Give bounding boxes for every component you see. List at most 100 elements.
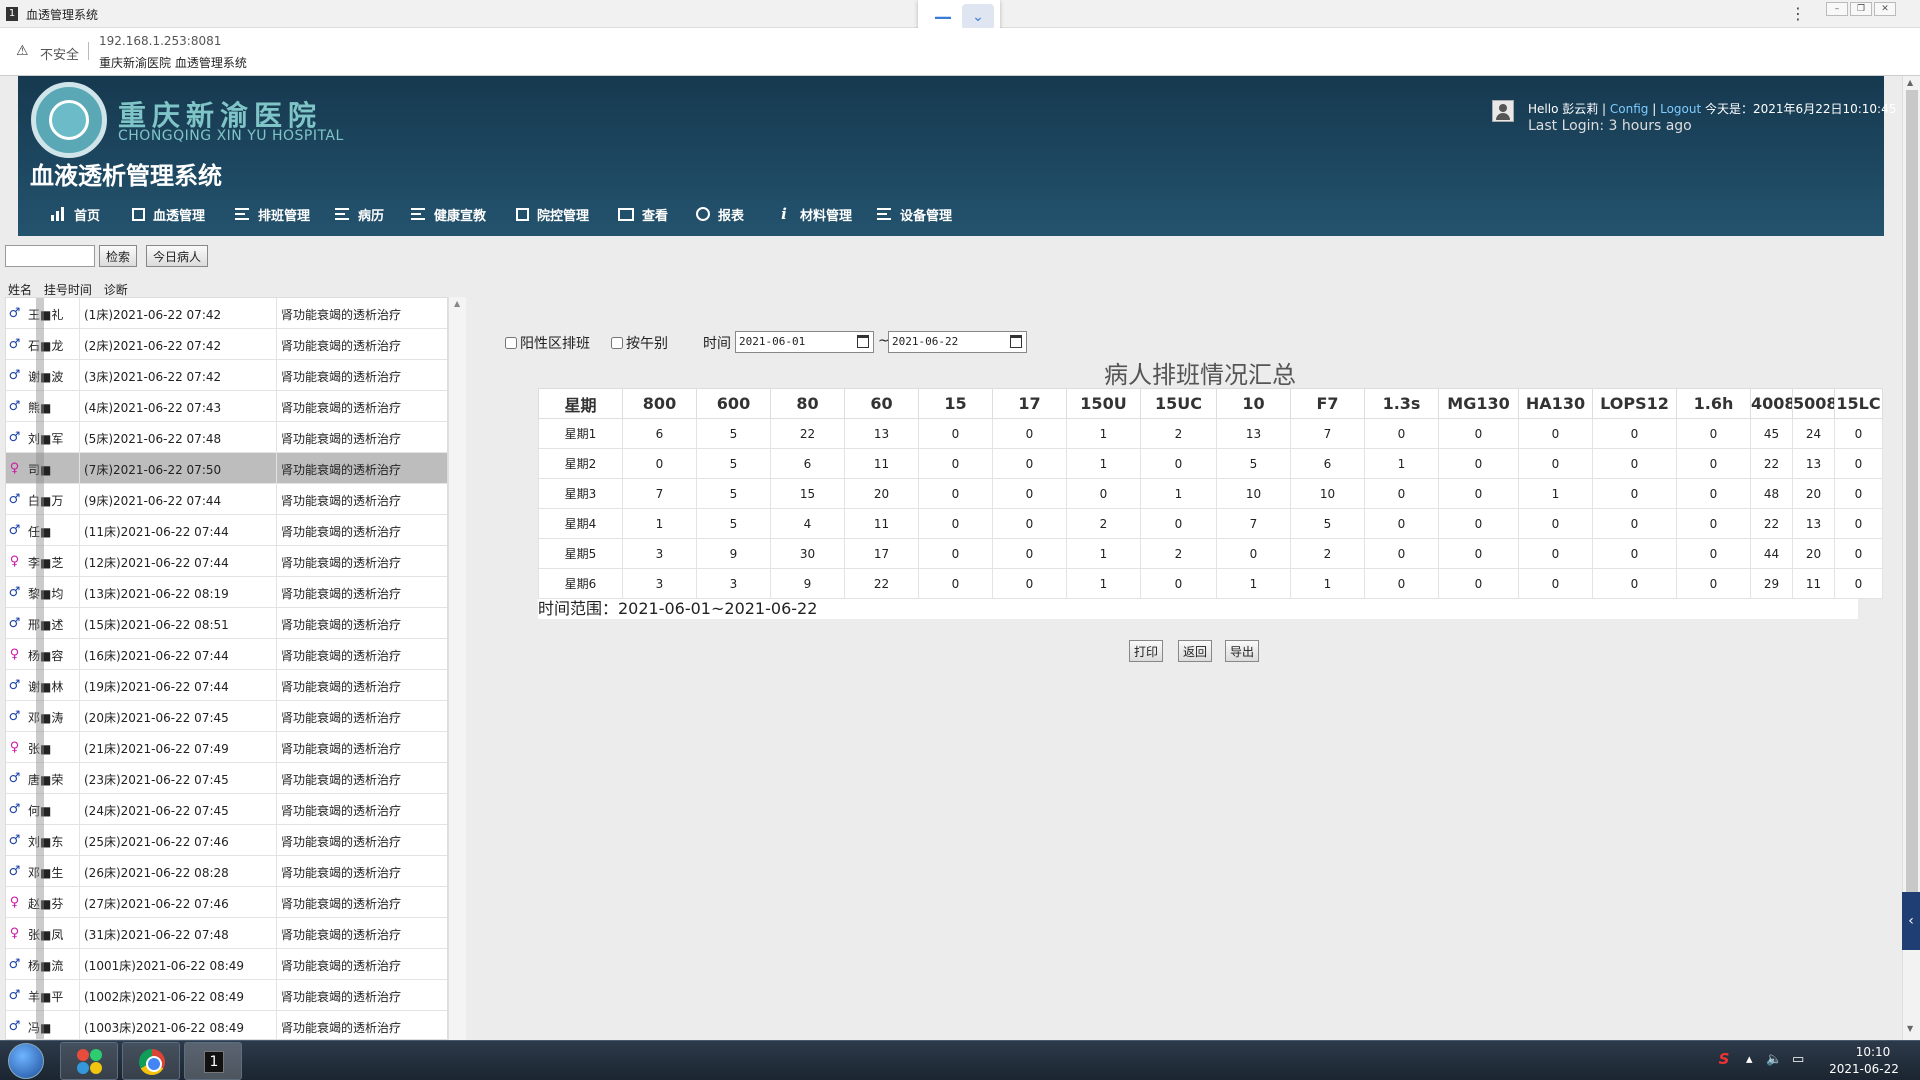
count-cell: 6 <box>1290 448 1365 479</box>
count-cell: 0 <box>918 448 993 479</box>
patient-register-time: (1001床)2021-06-22 08:49 <box>84 959 245 973</box>
patient-register-time: (12床)2021-06-22 07:44 <box>84 556 229 570</box>
patient-row[interactable]: ♂ 杨■流 (1001床)2021-06-22 08:49 肾功能衰竭的透析治疗 <box>6 949 447 980</box>
clock-time[interactable]: 10:10 <box>1844 1045 1902 1059</box>
count-cell: 22 <box>844 568 919 599</box>
checkbox-label: 按午别 <box>626 336 668 352</box>
patient-row[interactable]: ♂ 任■ (11床)2021-06-22 07:44 肾功能衰竭的透析治疗 <box>6 515 447 546</box>
logout-link[interactable]: Logout <box>1660 102 1701 116</box>
date-to-input[interactable]: 2021-06-22 <box>888 331 1027 353</box>
chevron-down-icon[interactable]: ⌄ <box>962 4 994 30</box>
positive-zone-check[interactable] <box>505 337 517 349</box>
count-cell: 0 <box>1676 538 1751 569</box>
patient-row[interactable]: ♂ 刘■军 (5床)2021-06-22 07:48 肾功能衰竭的透析治疗 <box>6 422 447 453</box>
patient-row[interactable]: ♂ 谢■波 (3床)2021-06-22 07:42 肾功能衰竭的透析治疗 <box>6 360 447 391</box>
calendar-icon[interactable] <box>857 335 869 348</box>
count-cell: 0 <box>918 418 993 449</box>
search-button[interactable]: 检索 <box>99 245 138 267</box>
divider <box>79 794 80 825</box>
scroll-up-icon[interactable]: ▲ <box>454 299 460 308</box>
patient-row[interactable]: ♂ 冯■ (1003床)2021-06-22 08:49 肾功能衰竭的透析治疗 <box>6 1011 447 1039</box>
patient-row[interactable]: ♂ 何■ (24床)2021-06-22 07:45 肾功能衰竭的透析治疗 <box>6 794 447 825</box>
patient-row[interactable]: ♀ 赵■芬 (27床)2021-06-22 07:46 肾功能衰竭的透析治疗 <box>6 887 447 918</box>
divider <box>79 484 80 515</box>
count-cell: 0 <box>1140 508 1217 539</box>
nav-view[interactable]: 查看 <box>618 202 668 226</box>
patient-row[interactable]: ♀ 杨■容 (16床)2021-06-22 07:44 肾功能衰竭的透析治疗 <box>6 639 447 670</box>
patient-row[interactable]: ♂ 谢■林 (19床)2021-06-22 07:44 肾功能衰竭的透析治疗 <box>6 670 447 701</box>
side-panel-toggle-icon[interactable]: ‹ <box>1902 892 1920 950</box>
divider <box>79 887 80 918</box>
today-patients-button[interactable]: 今日病人 <box>146 245 209 267</box>
patient-row[interactable]: ♂ 刘■东 (25床)2021-06-22 07:46 肾功能衰竭的透析治疗 <box>6 825 447 856</box>
warning-icon[interactable]: ⚠ <box>16 43 29 59</box>
nav-home[interactable]: 首页 <box>50 202 100 226</box>
scroll-up-icon[interactable]: ▲ <box>1907 78 1913 87</box>
export-button[interactable]: 导出 <box>1225 640 1260 662</box>
scroll-down-icon[interactable]: ▼ <box>1907 1024 1913 1033</box>
tray-expand-icon[interactable]: ▴ <box>1746 1052 1753 1067</box>
window-minimize-button[interactable]: – <box>1826 2 1848 16</box>
clock-date[interactable]: 2021-06-22 <box>1826 1062 1902 1076</box>
positive-zone-checkbox[interactable]: 阳性区排班 <box>505 333 590 353</box>
patient-row[interactable]: ♂ 石■龙 (2床)2021-06-22 07:42 肾功能衰竭的透析治疗 <box>6 329 447 360</box>
column-header: 150U <box>1066 388 1141 419</box>
patient-row[interactable]: ♂ 邓■涛 (20床)2021-06-22 07:45 肾功能衰竭的透析治疗 <box>6 701 447 732</box>
patient-row[interactable]: ♂ 王■礼 (1床)2021-06-22 07:42 肾功能衰竭的透析治疗 <box>6 298 447 329</box>
volume-icon[interactable]: 🔈 <box>1766 1052 1782 1067</box>
start-button-icon[interactable] <box>8 1043 44 1079</box>
window-close-button[interactable]: ✕ <box>1874 2 1896 16</box>
patient-row[interactable]: ♂ 白■万 (9床)2021-06-22 07:44 肾功能衰竭的透析治疗 <box>6 484 447 515</box>
nav-materials[interactable]: i 材料管理 <box>776 202 852 226</box>
more-menu-icon[interactable]: ⋮ <box>1790 4 1806 23</box>
window-restore-button[interactable]: ❐ <box>1850 2 1872 16</box>
nav-health-education[interactable]: 健康宣教 <box>410 202 486 226</box>
divider <box>79 639 80 670</box>
back-button[interactable]: 返回 <box>1178 640 1213 662</box>
sogou-ime-icon[interactable]: S <box>1715 1050 1733 1068</box>
divider <box>79 732 80 763</box>
taskbar-app-paint[interactable] <box>60 1042 118 1080</box>
nav-equipment[interactable]: 设备管理 <box>876 202 952 226</box>
url-text[interactable]: 192.168.1.253:8081 <box>99 34 221 48</box>
patient-row[interactable]: ♀ 张■凤 (31床)2021-06-22 07:48 肾功能衰竭的透析治疗 <box>6 918 447 949</box>
taskbar-app-chrome[interactable] <box>122 1042 180 1080</box>
nav-infection-control[interactable]: 院控管理 <box>516 202 589 226</box>
patient-row[interactable]: ♀ 李■芝 (12床)2021-06-22 07:44 肾功能衰竭的透析治疗 <box>6 546 447 577</box>
count-cell: 22 <box>1750 508 1793 539</box>
insecure-label[interactable]: 不安全 <box>40 44 79 63</box>
patient-row[interactable]: ♀ 张■ (21床)2021-06-22 07:49 肾功能衰竭的透析治疗 <box>6 732 447 763</box>
nav-records[interactable]: 病历 <box>334 202 384 226</box>
print-button[interactable]: 打印 <box>1129 640 1164 662</box>
edit-icon <box>132 207 145 221</box>
patient-row[interactable]: ♂ 熊■ (4床)2021-06-22 07:43 肾功能衰竭的透析治疗 <box>6 391 447 422</box>
scrollbar-thumb[interactable] <box>1906 90 1918 926</box>
taskbar-app-remote[interactable]: 1 <box>184 1042 242 1080</box>
nav-label: 排班管理 <box>258 208 311 224</box>
nav-reports[interactable]: 报表 <box>696 202 744 226</box>
divider <box>79 980 80 1011</box>
patient-register-time: (3床)2021-06-22 07:42 <box>84 370 222 384</box>
date-from-input[interactable]: 2021-06-01 <box>735 331 874 353</box>
paint-icon <box>77 1049 103 1075</box>
patient-row[interactable]: ♂ 羊■平 (1002床)2021-06-22 08:49 肾功能衰竭的透析治疗 <box>6 980 447 1011</box>
column-header: MG130 <box>1438 388 1519 419</box>
patient-row[interactable]: ♂ 唐■荣 (23床)2021-06-22 07:45 肾功能衰竭的透析治疗 <box>6 763 447 794</box>
network-icon[interactable]: ▭ <box>1792 1052 1804 1067</box>
patient-search-input[interactable] <box>5 245 95 267</box>
system-title: 血液透析管理系统 <box>30 162 222 190</box>
patient-row[interactable]: ♂ 邓■生 (26床)2021-06-22 08:28 肾功能衰竭的透析治疗 <box>6 856 447 887</box>
nav-schedule[interactable]: 排班管理 <box>234 202 310 226</box>
patient-row[interactable]: ♂ 邢■述 (15床)2021-06-22 08:51 肾功能衰竭的透析治疗 <box>6 608 447 639</box>
minimize-toolbar-icon[interactable]: — <box>932 9 954 27</box>
patient-diagnosis: 肾功能衰竭的透析治疗 <box>281 897 402 911</box>
nav-dialysis[interactable]: 血透管理 <box>132 202 205 226</box>
patient-row[interactable]: ♀ 司■ (7床)2021-06-22 07:50 肾功能衰竭的透析治疗 <box>6 453 447 484</box>
by-period-checkbox[interactable]: 按午别 <box>611 333 668 353</box>
by-period-check[interactable] <box>611 337 623 349</box>
calendar-icon[interactable] <box>1010 335 1022 348</box>
config-link[interactable]: Config <box>1610 102 1649 116</box>
divider <box>276 608 277 639</box>
patient-row[interactable]: ♂ 黎■均 (13床)2021-06-22 08:19 肾功能衰竭的透析治疗 <box>6 577 447 608</box>
patient-list-scrollbar[interactable]: ▲ <box>448 297 466 1040</box>
